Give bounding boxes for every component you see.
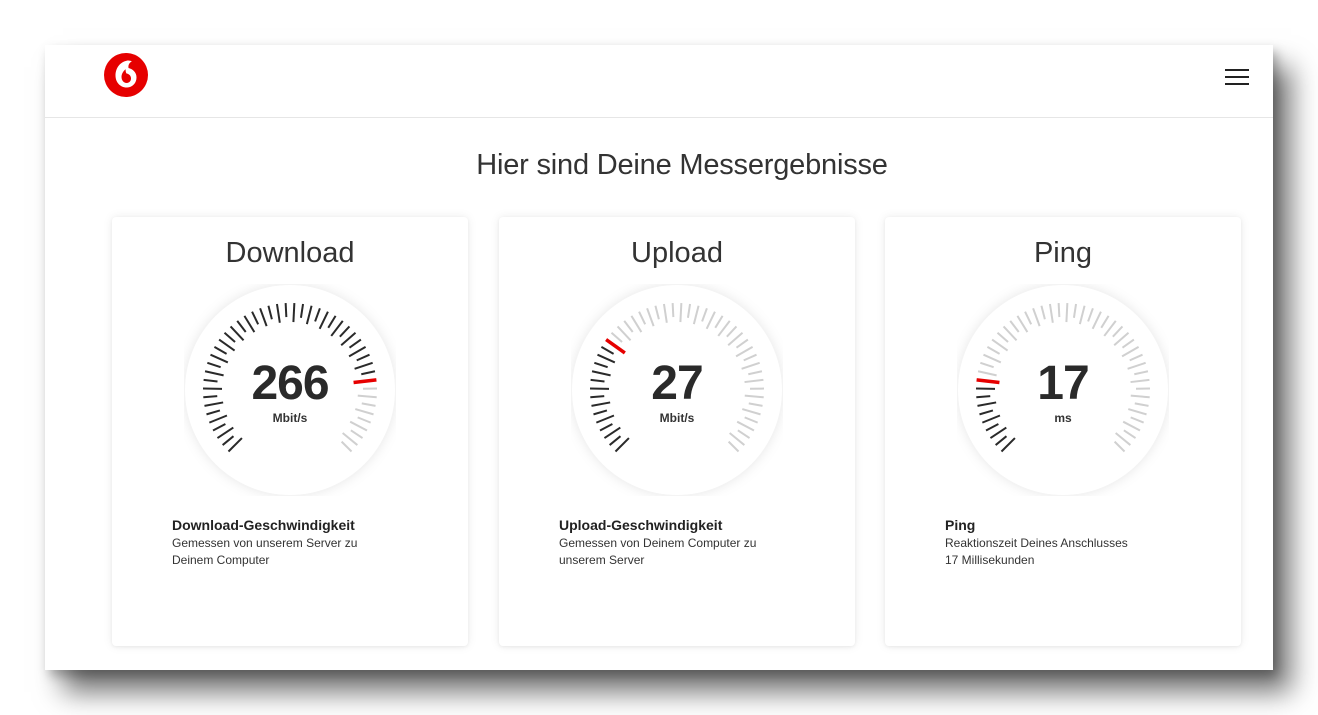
info-line: Gemessen von Deinem Computer zu (559, 536, 757, 550)
gauge-tick (679, 303, 683, 323)
info-title: Ping (945, 517, 976, 533)
top-navigation-bar (45, 45, 1273, 118)
info-description: Gemessen von unserem Server zu Deinem Co… (172, 535, 412, 569)
download-card: Download 266 Mbit/s Download-Geschwindig… (112, 217, 468, 646)
gauge-tick (1057, 303, 1061, 318)
info-line: Deinem Computer (172, 553, 270, 567)
info-line: unserem Server (559, 553, 645, 567)
menu-line (1225, 69, 1249, 71)
gauge-tick (671, 303, 675, 318)
info-block: Download-Geschwindigkeit Gemessen von un… (172, 517, 412, 569)
gauge-tick (1065, 303, 1069, 323)
gauge-unit: Mbit/s (659, 411, 695, 425)
info-description: Reaktionszeit Deines Anschlusses 17 Mill… (945, 535, 1185, 569)
browser-window: Hier sind Deine Messergebnisse Download … (45, 45, 1273, 670)
info-description: Gemessen von Deinem Computer zu unserem … (559, 535, 799, 569)
hamburger-menu-icon[interactable] (1225, 69, 1249, 87)
card-title: Upload (631, 237, 723, 269)
info-line: 17 Millisekunden (945, 553, 1035, 567)
info-block: Ping Reaktionszeit Deines Anschlusses 17… (945, 517, 1185, 569)
card-title: Download (225, 237, 355, 269)
ping-card: Ping 17 ms Ping Reaktionszeit Deines Ans… (885, 217, 1241, 646)
menu-line (1225, 76, 1249, 78)
info-title: Download-Geschwindigkeit (172, 517, 355, 533)
gauge-unit: Mbit/s (272, 411, 308, 425)
gauge-tick (284, 303, 288, 318)
page-title: Hier sind Deine Messergebnisse (476, 149, 888, 181)
info-line: Gemessen von unserem Server zu (172, 536, 358, 550)
vodafone-logo[interactable] (103, 52, 149, 98)
info-title: Upload-Geschwindigkeit (559, 517, 723, 533)
info-block: Upload-Geschwindigkeit Gemessen von Dein… (559, 517, 799, 569)
gauge-value: 27 (651, 357, 703, 410)
menu-line (1225, 83, 1249, 85)
upload-card: Upload 27 Mbit/s Upload-Geschwindigkeit … (499, 217, 855, 646)
upload-gauge: 27 Mbit/s (571, 284, 783, 496)
gauge-tick (292, 303, 296, 323)
gauge-value: 17 (1037, 357, 1089, 410)
gauge-value: 266 (251, 357, 329, 410)
gauge-unit: ms (1054, 411, 1072, 425)
ping-gauge: 17 ms (957, 284, 1169, 496)
card-title: Ping (1033, 237, 1093, 269)
download-gauge: 266 Mbit/s (184, 284, 396, 496)
info-line: Reaktionszeit Deines Anschlusses (945, 536, 1128, 550)
